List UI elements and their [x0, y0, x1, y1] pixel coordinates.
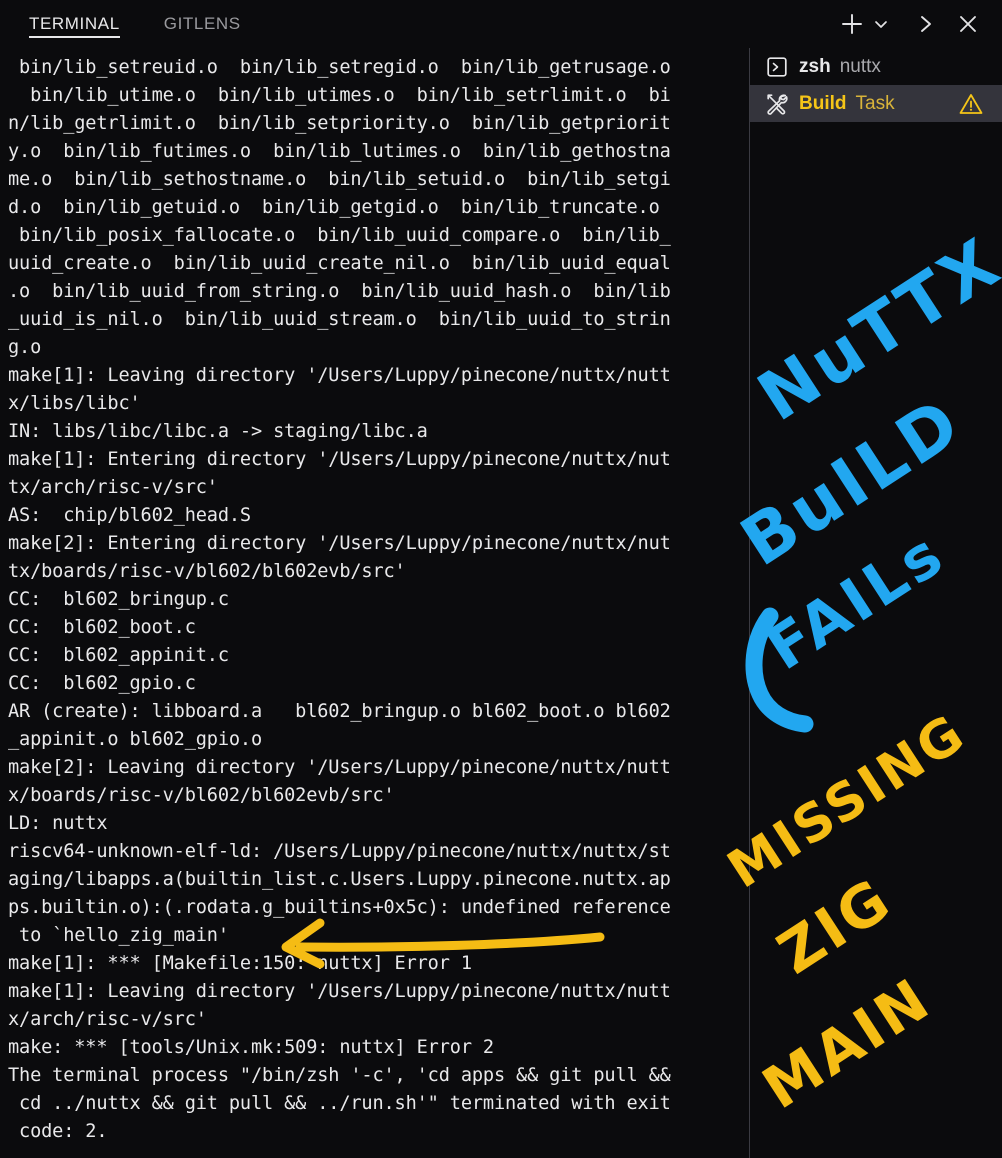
- split-terminal-icon[interactable]: [908, 6, 944, 42]
- new-terminal-button[interactable]: [834, 6, 870, 42]
- terminal-line: make[1]: Entering directory '/Users/Lupp…: [8, 449, 671, 470]
- terminal-line: _uuid_is_nil.o bin/lib_uuid_stream.o bin…: [8, 309, 671, 330]
- terminal-list-item-build-name: Build: [799, 92, 847, 114]
- tab-gitlens-label: GITLENS: [163, 14, 241, 33]
- terminal-list-item-zsh-name: zsh: [799, 55, 831, 77]
- terminal-line: d.o bin/lib_getuid.o bin/lib_getgid.o bi…: [8, 197, 660, 218]
- tab-gitlens[interactable]: GITLENS: [164, 0, 241, 48]
- terminal-list-item-zsh-desc: nuttx: [839, 55, 881, 77]
- terminal-line: x/boards/risc-v/bl602/bl602evb/src': [8, 785, 395, 806]
- terminal-list-panel: zsh nuttx Build Task: [750, 48, 1002, 1158]
- terminal-line: bin/lib_utime.o bin/lib_utimes.o bin/lib…: [8, 85, 671, 106]
- terminal-line: CC: bl602_appinit.c: [8, 645, 229, 666]
- terminal-line: me.o bin/lib_sethostname.o bin/lib_setui…: [8, 169, 671, 190]
- chevron-down-icon[interactable]: [870, 6, 892, 42]
- terminal-list-item-zsh[interactable]: zsh nuttx: [750, 48, 1002, 85]
- terminal-line: uuid_create.o bin/lib_uuid_create_nil.o …: [8, 253, 671, 274]
- terminal-line: y.o bin/lib_futimes.o bin/lib_lutimes.o …: [8, 141, 671, 162]
- terminal-line: code: 2.: [8, 1121, 108, 1142]
- tab-active-underline: [29, 36, 120, 38]
- warning-triangle-icon: [958, 92, 984, 116]
- terminal-line: AR (create): libboard.a bl602_bringup.o …: [8, 701, 671, 722]
- terminal-line: cd ../nuttx && git pull && ../run.sh'" t…: [8, 1093, 671, 1114]
- terminal-line: make[2]: Leaving directory '/Users/Luppy…: [8, 757, 671, 778]
- tab-terminal[interactable]: TERMINAL: [29, 0, 120, 48]
- terminal-line: make[2]: Entering directory '/Users/Lupp…: [8, 533, 671, 554]
- terminal-line: make: *** [tools/Unix.mk:509: nuttx] Err…: [8, 1037, 494, 1058]
- terminal-line: ps.builtin.o):(.rodata.g_builtins+0x5c):…: [8, 897, 671, 918]
- terminal-line: LD: nuttx: [8, 813, 108, 834]
- terminal-line: _appinit.o bl602_gpio.o: [8, 729, 263, 750]
- close-panel-icon[interactable]: [950, 6, 986, 42]
- tools-icon: [764, 91, 790, 117]
- terminal-line: tx/arch/risc-v/src': [8, 477, 218, 498]
- terminal-line: x/libs/libc': [8, 393, 141, 414]
- terminal-list-item-build-desc: Task: [855, 92, 895, 114]
- terminal-output[interactable]: bin/lib_setreuid.o bin/lib_setregid.o bi…: [0, 48, 749, 1158]
- terminal-line: bin/lib_setreuid.o bin/lib_setregid.o bi…: [8, 57, 671, 78]
- terminal-line: The terminal process "/bin/zsh '-c', 'cd…: [8, 1065, 671, 1086]
- terminal-panel-window: TERMINAL GITLENS bin/lib_setreuid.o bin/…: [0, 0, 1002, 1158]
- terminal-line: tx/boards/risc-v/bl602/bl602evb/src': [8, 561, 406, 582]
- terminal-line: bin/lib_posix_fallocate.o bin/lib_uuid_c…: [8, 225, 671, 246]
- panel-tab-bar: TERMINAL GITLENS: [0, 0, 1002, 48]
- terminal-line: x/arch/risc-v/src': [8, 1009, 207, 1030]
- terminal-line: CC: bl602_gpio.c: [8, 673, 196, 694]
- terminal-line: make[1]: Leaving directory '/Users/Luppy…: [8, 365, 671, 386]
- terminal-line: CC: bl602_boot.c: [8, 617, 196, 638]
- terminal-line: CC: bl602_bringup.c: [8, 589, 229, 610]
- terminal-line: riscv64-unknown-elf-ld: /Users/Luppy/pin…: [8, 841, 671, 862]
- terminal-prompt-icon: [764, 54, 790, 80]
- panel-toolbar: [834, 0, 986, 48]
- terminal-line: AS: chip/bl602_head.S: [8, 505, 251, 526]
- terminal-line: g.o: [8, 337, 42, 358]
- terminal-list-item-build[interactable]: Build Task: [750, 85, 1002, 122]
- terminal-line: n/lib_getrlimit.o bin/lib_setpriority.o …: [8, 113, 671, 134]
- terminal-line: aging/libapps.a(builtin_list.c.Users.Lup…: [8, 869, 671, 890]
- terminal-line: IN: libs/libc/libc.a -> staging/libc.a: [8, 421, 428, 442]
- terminal-line: to `hello_zig_main': [8, 925, 229, 946]
- terminal-line: .o bin/lib_uuid_from_string.o bin/lib_uu…: [8, 281, 671, 302]
- terminal-line: make[1]: *** [Makefile:150: nuttx] Error…: [8, 953, 472, 974]
- tab-terminal-label: TERMINAL: [29, 14, 120, 33]
- terminal-text: bin/lib_setreuid.o bin/lib_setregid.o bi…: [0, 48, 749, 1146]
- terminal-line: make[1]: Leaving directory '/Users/Luppy…: [8, 981, 671, 1002]
